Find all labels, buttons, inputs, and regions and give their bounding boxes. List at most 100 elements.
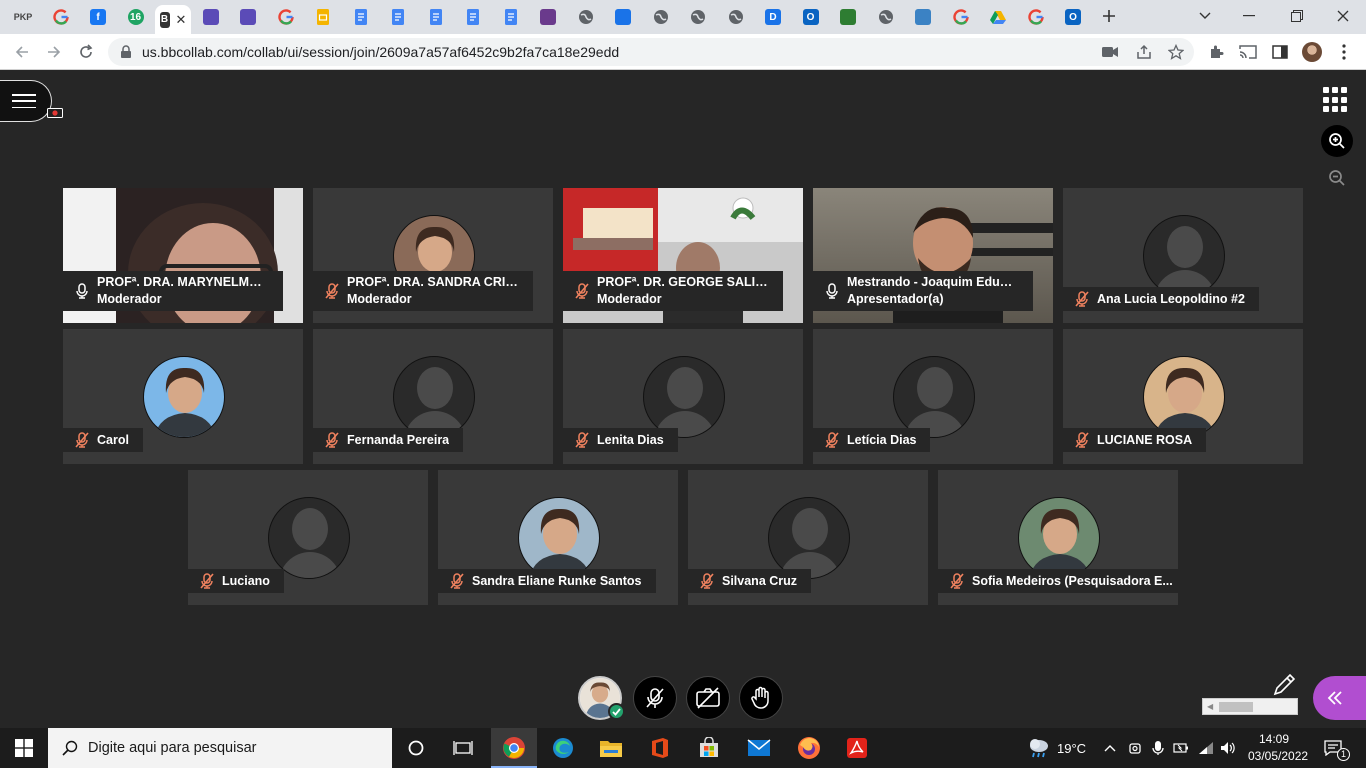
participant-tile[interactable]: PROFª. DRA. MARYNELMA CAM... Moderador [63,188,303,323]
browser-tab[interactable] [496,5,526,29]
url-text[interactable]: us.bbcollab.com/collab/ui/session/join/2… [142,44,619,60]
wifi-icon[interactable] [1198,740,1214,756]
participant-tile[interactable]: Sofia Medeiros (Pesquisadora E... [938,470,1178,605]
scrollbar-thumb[interactable] [1219,702,1253,712]
browser-tab[interactable] [196,5,226,29]
tab-search-icon[interactable] [1190,4,1220,28]
browser-tab[interactable] [233,5,263,29]
participant-tile[interactable]: Luciano [188,470,428,605]
volume-icon[interactable] [1220,740,1236,756]
lock-icon[interactable] [120,45,132,59]
participant-tile[interactable]: Mestrando - Joaquim Eduardo ... Apresenta… [813,188,1053,323]
new-tab-icon[interactable] [1094,4,1124,28]
participant-tile[interactable]: Letícia Dias [813,329,1053,464]
mail-app-icon[interactable] [736,728,782,768]
browser-tab[interactable] [533,5,563,29]
bookmark-star-icon[interactable] [1168,44,1184,60]
extensions-icon[interactable] [1206,42,1226,62]
browser-tab[interactable]: B ✕ [155,5,191,34]
raise-hand-button[interactable] [739,676,783,720]
browser-tab[interactable]: O [796,5,826,29]
browser-tab[interactable]: f [83,5,113,29]
microsoft-store-icon[interactable] [686,728,732,768]
firefox-app-icon[interactable] [786,728,832,768]
camera-in-use-icon[interactable] [1102,44,1118,60]
browser-tab[interactable] [571,5,601,29]
profile-avatar[interactable] [1302,42,1322,62]
participant-tile[interactable]: Ana Lucia Leopoldino #2 [1063,188,1303,323]
browser-tab[interactable] [683,5,713,29]
edge-app-icon[interactable] [540,728,586,768]
side-panel-icon[interactable] [1270,42,1290,62]
toggle-microphone-button[interactable] [633,676,677,720]
scroll-left-icon[interactable]: ◀ [1207,702,1213,711]
participant-tile[interactable]: PROFª. DRA. SANDRA CRISTINA ... Moderador [313,188,553,323]
participant-avatar [518,497,600,579]
microphone-tray-icon[interactable] [1150,740,1166,756]
browser-tab[interactable] [908,5,938,29]
taskbar-search[interactable]: Digite aqui para pesquisar [48,728,392,768]
camera-tray-icon[interactable] [1127,740,1143,756]
browser-tab[interactable]: O [1058,5,1088,29]
clock-time[interactable]: 14:09 [1259,732,1289,746]
browser-tab[interactable] [871,5,901,29]
participant-tile[interactable]: LUCIANE ROSA [1063,329,1303,464]
search-placeholder[interactable]: Digite aqui para pesquisar [88,740,256,756]
horizontal-scrollbar[interactable]: ◀ [1202,698,1298,715]
start-button[interactable] [0,728,48,768]
reload-icon[interactable] [74,40,98,64]
browser-tab[interactable] [421,5,451,29]
close-tab-icon[interactable]: ✕ [176,12,187,28]
weather-icon[interactable] [1027,737,1051,759]
task-view-icon[interactable] [440,728,486,768]
cast-icon[interactable] [1238,42,1258,62]
participant-tile[interactable]: PROFª. DR. GEORGE SALIBA MA... Moderador [563,188,803,323]
browser-tab[interactable] [646,5,676,29]
chrome-app-icon[interactable] [491,728,537,768]
browser-tab[interactable] [946,5,976,29]
address-bar[interactable]: us.bbcollab.com/collab/ui/session/join/2… [108,38,1194,66]
browser-tab[interactable] [346,5,376,29]
participant-tile[interactable]: Carol [63,329,303,464]
participant-tile[interactable]: Sandra Eliane Runke Santos [438,470,678,605]
close-window-icon[interactable] [1328,4,1358,28]
browser-tab[interactable]: 16 [121,5,151,29]
cortana-icon[interactable] [393,728,439,768]
browser-tab[interactable] [608,5,638,29]
share-icon[interactable] [1136,44,1152,60]
browser-tab[interactable] [983,5,1013,29]
minimize-icon[interactable] [1234,4,1264,28]
browser-tab[interactable] [833,5,863,29]
purple-square-icon [202,9,219,25]
zoom-in-icon[interactable] [1321,125,1353,157]
back-icon[interactable] [10,40,34,64]
open-collaborate-panel-button[interactable] [1313,676,1366,720]
zoom-out-icon[interactable] [1321,162,1353,194]
browser-tab[interactable] [1021,5,1051,29]
forward-icon[interactable] [42,40,66,64]
show-hidden-icons-icon[interactable] [1102,740,1118,756]
browser-tab[interactable]: D [758,5,788,29]
browser-tab[interactable]: PKP [8,5,38,29]
clock-date[interactable]: 03/05/2022 [1248,749,1308,763]
browser-tab[interactable] [383,5,413,29]
acrobat-app-icon[interactable] [834,728,880,768]
restore-icon[interactable] [1282,4,1312,28]
browser-tab[interactable] [308,5,338,29]
browser-tab[interactable] [458,5,488,29]
browser-menu-icon[interactable] [1334,42,1354,62]
participant-tile[interactable]: Fernanda Pereira [313,329,553,464]
toggle-camera-button[interactable] [686,676,730,720]
browser-tab[interactable] [721,5,751,29]
session-menu-button[interactable] [0,80,52,122]
temperature-text[interactable]: 19°C [1057,741,1086,756]
draw-pencil-icon[interactable] [1270,671,1298,699]
participant-tile[interactable]: Silvana Cruz [688,470,928,605]
office-app-icon[interactable] [637,728,683,768]
file-explorer-icon[interactable] [588,728,634,768]
gallery-view-icon[interactable] [1323,87,1349,113]
participant-tile[interactable]: Lenita Dias [563,329,803,464]
browser-tab[interactable] [271,5,301,29]
browser-tab[interactable] [46,5,76,29]
battery-icon[interactable] [1173,740,1189,756]
